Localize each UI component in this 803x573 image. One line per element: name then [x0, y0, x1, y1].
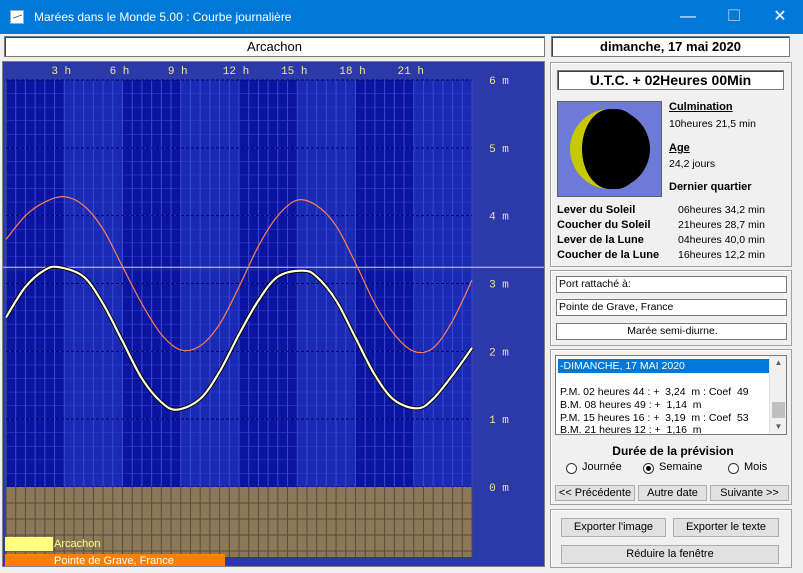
x-tick-label: 3 h	[51, 66, 71, 78]
moon-phase-icon	[570, 109, 650, 189]
other-date-button[interactable]: Autre date	[638, 485, 707, 501]
maximize-button[interactable]: ☐	[711, 0, 757, 34]
x-tick-label: 6 h	[110, 66, 130, 78]
y-tick-label: 1 m	[489, 415, 509, 427]
y-tick-label: 0 m	[489, 483, 509, 495]
radio-mois[interactable]	[728, 463, 739, 474]
y-tick-label: 2 m	[489, 347, 509, 359]
legend-label-arcachon: Arcachon	[54, 538, 101, 550]
legend-label-pointe-de-grave: Pointe de Grave, France	[53, 554, 225, 566]
station-name: Arcachon	[4, 36, 545, 57]
tide-type: Marée semi-diurne.	[556, 323, 787, 340]
port-value: Pointe de Grave, France	[556, 299, 787, 316]
legend-swatch-arcachon	[5, 537, 53, 551]
y-tick-label: 4 m	[489, 212, 509, 224]
scroll-up-icon[interactable]: ▲	[770, 356, 786, 370]
y-tick-label: 3 m	[489, 280, 509, 292]
culmination-label: Culmination	[669, 101, 733, 113]
list-item[interactable]: P.M. 15 heures 16 : + 3,19 m : Coef 53	[560, 412, 749, 424]
radio-journee-label[interactable]: Journée	[582, 461, 622, 473]
utc-offset: U.T.C. + 02Heures 00Min	[557, 70, 784, 90]
port-label: Port rattaché à:	[556, 276, 787, 293]
tide-chart[interactable]: 3 h 6 h 9 h 12 h 15 h 18 h 21 h 6 m 5 m 4 m 3 m 2 m…	[2, 61, 545, 567]
y-tick-label: 6 m	[489, 76, 509, 88]
sunrise-label: Lever du Soleil	[557, 204, 636, 216]
date-display: dimanche, 17 mai 2020	[551, 36, 790, 57]
age-value: 24,2 jours	[669, 158, 716, 170]
moonrise-label: Lever de la Lune	[557, 234, 644, 246]
list-item[interactable]: P.M. 02 heures 44 : + 3,24 m : Coef 49	[560, 386, 749, 398]
scroll-down-icon[interactable]: ▼	[770, 420, 786, 434]
tide-chart-svg: 3 h 6 h 9 h 12 h 15 h 18 h 21 h 6 m 5 m 4 m 3 m 2 m…	[3, 66, 544, 557]
title-bar: Marées dans le Monde 5.00 : Courbe journ…	[0, 0, 803, 34]
x-tick-label: 21 h	[398, 66, 424, 78]
x-tick-label: 15 h	[281, 66, 307, 78]
moon-phase-box	[557, 101, 662, 197]
x-tick-label: 9 h	[168, 66, 188, 78]
reduce-window-button[interactable]: Réduire la fenêtre	[561, 545, 779, 564]
next-button[interactable]: Suivante >>	[710, 485, 789, 501]
export-text-button[interactable]: Exporter le texte	[673, 518, 779, 537]
previous-button[interactable]: << Précédente	[555, 485, 635, 501]
x-tick-label: 12 h	[223, 66, 249, 78]
sunset-label: Coucher du Soleil	[557, 219, 651, 231]
app-icon[interactable]	[10, 10, 24, 24]
culmination-value: 10heures 21,5 min	[669, 118, 756, 130]
moon-phase-label: Dernier quartier	[669, 181, 752, 193]
minimize-button[interactable]: —	[665, 0, 711, 34]
export-image-button[interactable]: Exporter l'image	[561, 518, 666, 537]
tide-list-scrollbar[interactable]: ▲ ▼	[769, 356, 786, 434]
window-title: Marées dans le Monde 5.00 : Courbe journ…	[34, 10, 292, 24]
scrollbar-thumb[interactable]	[772, 402, 785, 418]
list-item[interactable]: B.M. 21 heures 12 : + 1,16 m	[560, 424, 702, 434]
close-button[interactable]: ✕	[757, 0, 803, 34]
sunrise-value: 06heures 34,2 min	[678, 204, 765, 216]
forecast-duration-label: Durée de la prévision	[612, 444, 734, 458]
moonset-label: Coucher de la Lune	[557, 249, 660, 261]
y-tick-label: 5 m	[489, 144, 509, 156]
tide-list[interactable]: -DIMANCHE, 17 MAI 2020 P.M. 02 heures 44…	[555, 355, 787, 435]
sunset-value: 21heures 28,7 min	[678, 219, 765, 231]
moonset-value: 16heures 12,2 min	[678, 249, 765, 261]
legend-swatch-pointe-de-grave	[5, 554, 53, 566]
radio-semaine[interactable]	[643, 463, 654, 474]
tide-list-selected-item[interactable]: -DIMANCHE, 17 MAI 2020	[558, 359, 770, 373]
radio-semaine-label[interactable]: Semaine	[659, 461, 702, 473]
list-item[interactable]: B.M. 08 heures 49 : + 1,14 m	[560, 399, 702, 411]
x-tick-label: 18 h	[339, 66, 365, 78]
radio-journee[interactable]	[566, 463, 577, 474]
age-label: Age	[669, 142, 690, 154]
radio-mois-label[interactable]: Mois	[744, 461, 767, 473]
moonrise-value: 04heures 40,0 min	[678, 234, 765, 246]
